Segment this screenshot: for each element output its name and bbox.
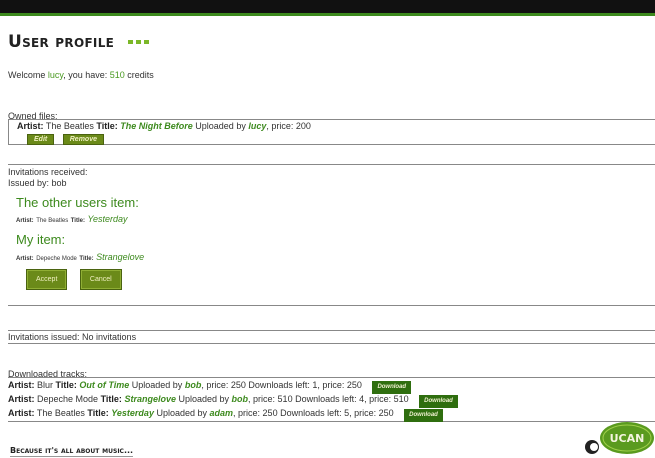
ucan-logo: UCAN <box>585 422 654 454</box>
title-value: Yesterday <box>111 408 154 418</box>
downloaded-tracks-box: Artist: Blur Title: Out of Time Uploaded… <box>8 377 655 422</box>
cancel-button[interactable]: Cancel <box>79 269 122 290</box>
page-title-text: User profile <box>8 32 115 52</box>
welcome-suffix: credits <box>124 70 154 80</box>
track-details: , price: 250 Downloads left: 1, price: 2… <box>201 380 362 390</box>
artist-label: Artist: <box>8 394 35 404</box>
title-value: The Night Before <box>120 121 193 131</box>
welcome-middle: , you have: <box>63 70 110 80</box>
title-label: Title: <box>55 380 77 390</box>
artist-label: Artist: <box>8 380 35 390</box>
artist-value: The Beatles <box>45 121 94 131</box>
track-row-1: Artist: Blur Title: Out of Time Uploaded… <box>8 380 655 394</box>
accept-button[interactable]: Accept <box>26 269 68 290</box>
uploaded-by-text: Uploaded by <box>131 380 183 390</box>
title-value: Yesterday <box>87 214 128 224</box>
title-label: Title: <box>100 394 122 404</box>
artist-value: Depeche Mode <box>37 394 99 404</box>
title-value: Out of Time <box>79 380 130 390</box>
track-row-3: Artist: The Beatles Title: Yesterday Upl… <box>8 408 655 422</box>
artist-label: Artist: <box>8 408 35 418</box>
track-details: , price: 510 Downloads left: 4, price: 5… <box>248 394 409 404</box>
welcome-message: Welcome lucy, you have: 510 credits <box>8 70 154 80</box>
title-value: Strangelove <box>124 394 176 404</box>
other-user-item: Artist: The Beatles Title: Yesterday <box>16 214 655 224</box>
owned-files-box: Artist: The Beatles Title: The Night Bef… <box>8 119 655 145</box>
logo-text: UCAN <box>610 432 645 445</box>
price-text: , price: 200 <box>266 121 311 131</box>
artist-value: Blur <box>37 380 54 390</box>
uploaded-by-text: Uploaded by <box>178 394 230 404</box>
uploaded-by-text: Uploaded by <box>195 121 246 131</box>
other-user-item-heading: The other users item: <box>16 195 139 210</box>
footer-tagline: Because it's all about music... <box>10 446 134 457</box>
uploaded-by-text: Uploaded by <box>156 408 208 418</box>
artist-value: The Beatles <box>36 408 85 418</box>
title-label: Title: <box>70 218 85 224</box>
uploader-name: bob <box>231 394 249 404</box>
uploader-name: lucy <box>248 121 267 131</box>
artist-label: Artist: <box>16 218 34 224</box>
uploader-name: adam <box>209 408 234 418</box>
edit-button[interactable]: Edit <box>27 134 55 145</box>
title-label: Title: <box>96 121 118 131</box>
credits-count: 510 <box>109 70 125 80</box>
artist-value: The Beatles <box>36 218 69 224</box>
my-item-heading: My item: <box>16 232 66 247</box>
title-dots <box>128 40 150 44</box>
top-bar <box>0 0 655 16</box>
page-title: User profile <box>8 32 150 52</box>
invitations-issued-box: Invitations issued: No invitations <box>8 330 655 344</box>
artist-label: Artist: <box>17 121 44 131</box>
owned-file-row: Artist: The Beatles Title: The Night Bef… <box>17 121 655 132</box>
issued-by-text: Issued by: bob <box>8 178 67 188</box>
download-button[interactable]: Download <box>372 381 412 394</box>
my-item: Artist: Depeche Mode Title: Strangelove <box>16 252 655 262</box>
artist-value: Depeche Mode <box>36 256 77 262</box>
welcome-username: lucy <box>47 70 64 80</box>
track-row-2: Artist: Depeche Mode Title: Strangelove … <box>8 394 655 408</box>
track-details: , price: 250 Downloads left: 5, price: 2… <box>233 408 394 418</box>
invitations-received-label: Invitations received: <box>8 167 88 177</box>
artist-label: Artist: <box>16 256 34 262</box>
welcome-prefix: Welcome <box>8 70 48 80</box>
invitations-received-box: Invitations received: Issued by: bob The… <box>8 164 655 306</box>
remove-button[interactable]: Remove <box>62 134 104 145</box>
download-button[interactable]: Download <box>419 395 458 408</box>
download-button[interactable]: Download <box>404 409 443 422</box>
title-label: Title: <box>79 256 94 262</box>
uploader-name: bob <box>184 380 202 390</box>
title-value: Strangelove <box>96 252 145 262</box>
invitations-issued-text: Invitations issued: No invitations <box>8 332 137 342</box>
title-label: Title: <box>87 408 109 418</box>
logo-dot-inner <box>590 443 598 451</box>
